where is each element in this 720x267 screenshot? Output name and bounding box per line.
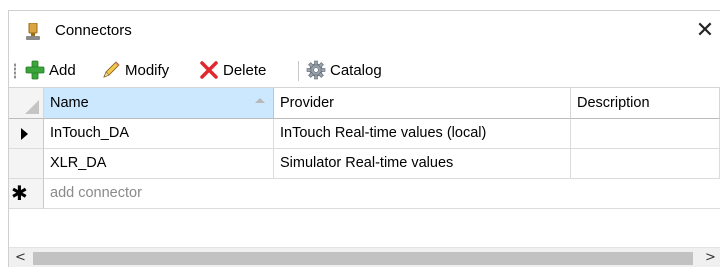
corner-triangle-icon <box>25 100 39 114</box>
cell-provider[interactable]: Simulator Real-time values <box>274 149 571 179</box>
title-bar: Connectors ✕ <box>9 11 720 53</box>
scroll-right-icon[interactable]: > <box>705 250 716 265</box>
sort-ascending-icon <box>255 98 265 103</box>
connector-plug-icon <box>26 23 40 40</box>
cell-name[interactable]: InTouch_DA <box>44 119 274 149</box>
plus-icon <box>25 60 45 80</box>
select-all-corner[interactable] <box>9 88 44 119</box>
column-header-provider[interactable]: Provider <box>274 88 571 119</box>
add-label: Add <box>49 61 76 79</box>
column-header-description[interactable]: Description <box>571 88 720 119</box>
modify-button[interactable]: Modify <box>101 59 169 81</box>
catalog-button[interactable]: Catalog <box>306 59 382 81</box>
catalog-label: Catalog <box>330 61 382 79</box>
column-header-label: Description <box>577 95 650 111</box>
pencil-icon <box>103 61 120 78</box>
column-header-name[interactable]: Name <box>44 88 274 119</box>
row-header[interactable] <box>9 149 44 179</box>
close-button[interactable]: ✕ <box>691 17 719 45</box>
horizontal-scrollbar[interactable]: < > <box>9 247 720 267</box>
scroll-left-icon[interactable]: < <box>15 250 26 265</box>
delete-label: Delete <box>223 61 267 79</box>
row-header[interactable]: ✱ <box>9 179 44 209</box>
column-header-label: Name <box>50 95 89 111</box>
add-button[interactable]: Add <box>25 59 76 81</box>
current-row-arrow-icon <box>21 128 28 140</box>
cell-name[interactable]: XLR_DA <box>44 149 274 179</box>
delete-button[interactable]: Delete <box>199 59 266 81</box>
cell-description[interactable] <box>571 119 720 149</box>
gear-icon <box>306 60 326 80</box>
scrollbar-thumb[interactable] <box>33 252 693 265</box>
new-row[interactable]: ✱ add connector <box>9 179 720 209</box>
toolbar-grip[interactable] <box>14 63 16 79</box>
x-icon <box>200 61 218 79</box>
toolbar-separator <box>298 61 299 81</box>
new-row-asterisk-icon: ✱ <box>11 181 28 205</box>
connectors-window: Connectors ✕ Add Modify Delete Catalog N… <box>8 10 720 267</box>
cell-provider[interactable]: InTouch Real-time values (local) <box>274 119 571 149</box>
toolbar: Add Modify Delete Catalog <box>9 53 720 88</box>
modify-label: Modify <box>125 61 170 79</box>
connectors-grid: Name Provider Description InTouch_DA InT… <box>9 88 720 247</box>
table-row[interactable]: InTouch_DA InTouch Real-time values (loc… <box>9 119 720 149</box>
cell-description[interactable] <box>571 149 720 179</box>
add-connector-placeholder[interactable]: add connector <box>44 179 720 209</box>
table-row[interactable]: XLR_DA Simulator Real-time values <box>9 149 720 179</box>
row-header[interactable] <box>9 119 44 149</box>
window-title: Connectors <box>55 22 132 39</box>
close-icon: ✕ <box>695 18 715 43</box>
column-header-label: Provider <box>280 95 334 111</box>
